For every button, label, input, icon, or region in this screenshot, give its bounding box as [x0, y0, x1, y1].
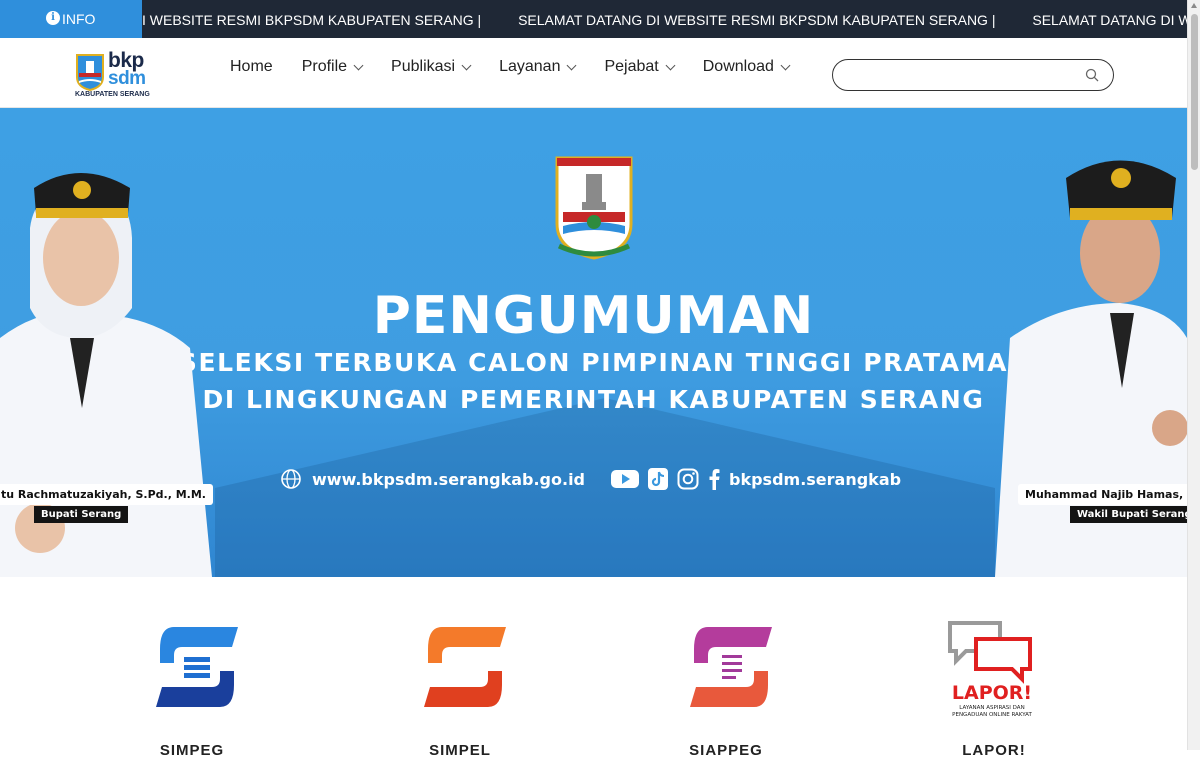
- nav-pejabat[interactable]: Pejabat: [604, 58, 676, 76]
- ticker-item: SELAMAT DATANG DI WEBSITE RESMI BKPSDM K…: [1032, 12, 1187, 28]
- bupati-photo: tu Rachmatuzakiyah, S.Pd., M.M. Bupati S…: [0, 108, 215, 577]
- service-simpel-label: SIMPEL: [429, 742, 491, 759]
- instagram-icon: [677, 468, 699, 490]
- main-navbar: bkp sdm KABUPATEN SERANG Home Profile Pu…: [0, 38, 1187, 108]
- siappeg-icon: [690, 627, 772, 707]
- nav-download[interactable]: Download: [702, 58, 791, 76]
- chevron-down-icon: [461, 60, 472, 70]
- hero-website-text: www.bkpsdm.serangkab.go.id: [312, 469, 586, 489]
- search-icon[interactable]: [1085, 68, 1099, 82]
- service-siappeg-label: SIAPPEG: [689, 742, 763, 759]
- nav-home[interactable]: Home: [230, 58, 273, 76]
- nav-profile-label: Profile: [301, 58, 348, 75]
- hero-social: bkpsdm.serangkab: [611, 468, 901, 490]
- ticker-item: SELAMAT DATANG DI WEBSITE RESMI BKPSDM K…: [518, 12, 996, 28]
- service-lapor[interactable]: LAPOR! LAYANAN ASPIRASI DAN PENGADUAN ON…: [924, 577, 1064, 759]
- service-siappeg[interactable]: SIAPPEG: [656, 577, 796, 759]
- nav-download-label: Download: [702, 58, 774, 75]
- nav-publikasi-label: Publikasi: [391, 58, 456, 75]
- service-simpeg[interactable]: SIMPEG: [122, 577, 262, 759]
- service-simpel[interactable]: SIMPEL: [390, 577, 530, 759]
- hero-social-handle: bkpsdm.serangkab: [729, 469, 902, 489]
- hero-banner[interactable]: PENGUMUMAN SELEKSI TERBUKA CALON PIMPINA…: [0, 108, 1187, 577]
- service-simpeg-label: SIMPEG: [159, 742, 225, 759]
- tiktok-icon: [648, 468, 668, 490]
- svg-text:LAYANAN ASPIRASI DAN: LAYANAN ASPIRASI DAN: [959, 705, 1024, 711]
- ticker-track: I WEBSITE RESMI BKPSDM KABUPATEN SERANG …: [142, 0, 1187, 38]
- banten-emblem-icon: [555, 156, 633, 260]
- site-logo[interactable]: bkp sdm KABUPATEN SERANG: [75, 49, 150, 101]
- search-input[interactable]: [847, 64, 1077, 86]
- ticker-item: I WEBSITE RESMI BKPSDM KABUPATEN SERANG …: [142, 12, 482, 28]
- services-section: SIMPEG SIMPEL SIAPPEG LAPOR! LAYANAN ASP…: [0, 577, 1187, 759]
- nav-layanan-label: Layanan: [499, 58, 561, 75]
- chevron-down-icon: [353, 60, 364, 70]
- simpel-icon: [424, 627, 506, 707]
- bupati-name: tu Rachmatuzakiyah, S.Pd., M.M.: [0, 484, 213, 505]
- nav-home-label: Home: [230, 58, 273, 75]
- logo-text-kabupaten: KABUPATEN SERANG: [75, 91, 150, 98]
- svg-text:LAPOR!: LAPOR!: [952, 682, 1032, 704]
- facebook-icon: [708, 468, 720, 490]
- nav-publikasi[interactable]: Publikasi: [391, 58, 472, 76]
- search-box: [832, 59, 1114, 91]
- scrollbar-thumb[interactable]: [1191, 14, 1198, 170]
- serang-crest-icon: [76, 54, 104, 91]
- globe-icon: [281, 469, 301, 489]
- main-nav: Home Profile Publikasi Layanan Pejabat D…: [230, 38, 818, 96]
- bupati-role: Bupati Serang: [34, 506, 129, 523]
- svg-text:PENGADUAN ONLINE RAKYAT: PENGADUAN ONLINE RAKYAT: [952, 712, 1032, 718]
- simpeg-icon: [156, 627, 238, 707]
- logo-text-sdm: sdm: [108, 68, 146, 89]
- nav-pejabat-label: Pejabat: [604, 58, 659, 75]
- info-badge-label: INFO: [62, 11, 96, 27]
- info-icon: i: [46, 11, 60, 25]
- service-lapor-label: LAPOR!: [962, 742, 1026, 759]
- info-ticker: i INFO I WEBSITE RESMI BKPSDM KABUPATEN …: [0, 0, 1187, 38]
- wakil-bupati-role: Wakil Bupati Serang: [1070, 506, 1187, 523]
- chevron-down-icon: [780, 60, 791, 70]
- lapor-icon: LAPOR! LAYANAN ASPIRASI DAN PENGADUAN ON…: [948, 621, 1032, 718]
- wakil-bupati-name: Muhammad Najib Hamas, S.: [1018, 484, 1187, 505]
- nav-profile[interactable]: Profile: [301, 58, 364, 76]
- page-scrollbar[interactable]: [1187, 0, 1200, 750]
- hero-website: www.bkpsdm.serangkab.go.id: [280, 468, 585, 490]
- chevron-down-icon: [567, 60, 577, 70]
- youtube-icon: [611, 469, 639, 489]
- chevron-down-icon: [665, 60, 676, 70]
- wakil-bupati-photo: Muhammad Najib Hamas, S. Wakil Bupati Se…: [990, 108, 1187, 577]
- scroll-up-arrow-icon[interactable]: [1191, 3, 1197, 8]
- info-badge: i INFO: [0, 0, 142, 38]
- nav-layanan[interactable]: Layanan: [499, 58, 577, 76]
